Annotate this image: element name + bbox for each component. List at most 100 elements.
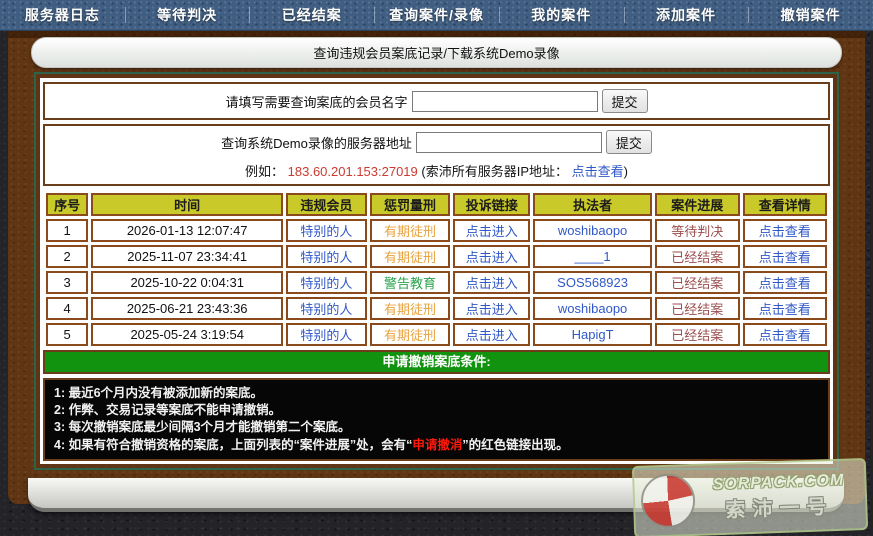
- case-number: 2: [46, 245, 88, 268]
- case-time: 2025-10-22 0:04:31: [91, 271, 283, 294]
- detail-link[interactable]: 点击查看: [743, 219, 827, 242]
- watermark-text: SORPACK.COM 索沛一号: [698, 471, 860, 524]
- member-query-label: 请填写需要查询案底的会员名字: [225, 92, 407, 111]
- nav-my-cases[interactable]: 我的案件: [499, 0, 624, 30]
- example-line: 例如： 183.60.201.153:27019 (索沛所有服务器IP地址： 点…: [45, 161, 828, 180]
- status-label: 已经结案: [655, 271, 739, 294]
- page-title: 查询违规会员案底记录/下载系统Demo录像: [313, 43, 559, 62]
- top-navbar: 服务器日志等待判决已经结案查询案件/录像我的案件添加案件撤销案件: [0, 0, 873, 31]
- case-number: 4: [46, 297, 88, 320]
- rule-text: 3: 每次撤销案底最少间隔3个月才能撤销第二个案底。: [54, 420, 351, 434]
- case-time: 2025-05-24 3:19:54: [91, 323, 283, 346]
- example-ip: 183.60.201.153:27019: [288, 164, 418, 179]
- column-header: 投诉链接: [453, 193, 530, 216]
- example-middle: (索沛所有服务器IP地址：: [418, 164, 572, 179]
- enforcer-link[interactable]: woshibaopo: [533, 219, 652, 242]
- member-link[interactable]: 特别的人: [286, 245, 367, 268]
- member-query-form: 请填写需要查询案底的会员名字 提交: [43, 82, 830, 120]
- member-link[interactable]: 特别的人: [286, 323, 367, 346]
- member-link[interactable]: 特别的人: [286, 271, 367, 294]
- detail-link[interactable]: 点击查看: [743, 323, 827, 346]
- page: 服务器日志等待判决已经结案查询案件/录像我的案件添加案件撤销案件 查询违规会员案…: [0, 0, 873, 536]
- sorpack-logo-icon: [640, 473, 696, 529]
- table-row: 42025-06-21 23:43:36特别的人有期徒刑点击进入woshibao…: [46, 297, 827, 320]
- status-label: 已经结案: [655, 323, 739, 346]
- complaint-link[interactable]: 点击进入: [453, 297, 530, 320]
- demo-query-submit-button[interactable]: 提交: [606, 130, 652, 154]
- rule-text: 2: 作弊、交易记录等案底不能申请撤销。: [54, 403, 281, 417]
- view-all-ips-link[interactable]: 点击查看: [572, 164, 624, 179]
- nav-query-case-video[interactable]: 查询案件/录像: [374, 0, 499, 30]
- case-table: 序号时间违规会员惩罚量刑投诉链接执法者案件进展查看详情 12026-01-13 …: [43, 190, 830, 349]
- case-time: 2025-11-07 23:34:41: [91, 245, 283, 268]
- detail-link[interactable]: 点击查看: [743, 297, 827, 320]
- member-link[interactable]: 特别的人: [286, 297, 367, 320]
- penalty-label: 有期徒刑: [370, 245, 451, 268]
- demo-query-label: 查询系统Demo录像的服务器地址: [221, 133, 412, 152]
- status-label: 等待判决: [655, 219, 739, 242]
- column-header: 案件进展: [655, 193, 739, 216]
- member-name-input[interactable]: [412, 91, 598, 112]
- nav-revoke-case[interactable]: 撤销案件: [748, 0, 873, 30]
- nav-add-case[interactable]: 添加案件: [624, 0, 749, 30]
- table-header-row: 序号时间违规会员惩罚量刑投诉链接执法者案件进展查看详情: [46, 193, 827, 216]
- status-label: 已经结案: [655, 245, 739, 268]
- case-time: 2025-06-21 23:43:36: [91, 297, 283, 320]
- enforcer-link[interactable]: woshibaopo: [533, 297, 652, 320]
- server-address-input[interactable]: [416, 132, 602, 153]
- example-suffix: ): [624, 164, 628, 179]
- complaint-link[interactable]: 点击进入: [453, 271, 530, 294]
- sorpack-watermark-logo: SORPACK.COM 索沛一号: [632, 458, 868, 536]
- case-number: 1: [46, 219, 88, 242]
- revoke-conditions-list: 1: 最近6个月内没有被添加新的案底。 2: 作弊、交易记录等案底不能申请撤销。 3…: [43, 378, 830, 461]
- demo-query-row: 查询系统Demo录像的服务器地址 提交: [45, 130, 828, 154]
- case-number: 5: [46, 323, 88, 346]
- enforcer-link[interactable]: SOS568923: [533, 271, 652, 294]
- detail-link[interactable]: 点击查看: [743, 245, 827, 268]
- table-row: 12026-01-13 12:07:47特别的人有期徒刑点击进入woshibao…: [46, 219, 827, 242]
- revoke-rule: 2: 作弊、交易记录等案底不能申请撤销。: [54, 403, 819, 419]
- column-header: 违规会员: [286, 193, 367, 216]
- column-header: 序号: [46, 193, 88, 216]
- table-row: 22025-11-07 23:34:41特别的人有期徒刑点击进入____1已经结…: [46, 245, 827, 268]
- complaint-link[interactable]: 点击进入: [453, 323, 530, 346]
- complaint-link[interactable]: 点击进入: [453, 245, 530, 268]
- table-row: 52025-05-24 3:19:54特别的人有期徒刑点击进入HapigT已经结…: [46, 323, 827, 346]
- detail-link[interactable]: 点击查看: [743, 271, 827, 294]
- case-time: 2026-01-13 12:07:47: [91, 219, 283, 242]
- content-inner: 请填写需要查询案底的会员名字 提交 查询系统Demo录像的服务器地址 提交 例如…: [36, 74, 837, 468]
- nav-pending-judgment[interactable]: 等待判决: [125, 0, 250, 30]
- member-link[interactable]: 特别的人: [286, 219, 367, 242]
- example-prefix: 例如：: [245, 164, 288, 179]
- penalty-label: 警告教育: [370, 271, 451, 294]
- enforcer-link[interactable]: ____1: [533, 245, 652, 268]
- panel-title-tab: 查询违规会员案底记录/下载系统Demo录像: [31, 37, 842, 68]
- nav-closed-cases[interactable]: 已经结案: [249, 0, 374, 30]
- rule-text: 4: 如果有符合撤销资格的案底，上面列表的“案件进展”处，会有“: [54, 438, 412, 452]
- penalty-label: 有期徒刑: [370, 323, 451, 346]
- revoke-rule: 4: 如果有符合撤销资格的案底，上面列表的“案件进展”处，会有“申请撤消”的红色…: [54, 438, 819, 454]
- watermark-brand-name: 索沛一号: [699, 489, 860, 524]
- content-box: 请填写需要查询案底的会员名字 提交 查询系统Demo录像的服务器地址 提交 例如…: [34, 72, 839, 470]
- revoke-conditions-header: 申请撤销案底条件:: [43, 350, 830, 374]
- rule-text: ”的红色链接出现。: [462, 438, 568, 452]
- column-header: 查看详情: [743, 193, 827, 216]
- status-label: 已经结案: [655, 297, 739, 320]
- case-number: 3: [46, 271, 88, 294]
- column-header: 执法者: [533, 193, 652, 216]
- penalty-label: 有期徒刑: [370, 219, 451, 242]
- nav-server-log[interactable]: 服务器日志: [0, 0, 125, 30]
- enforcer-link[interactable]: HapigT: [533, 323, 652, 346]
- column-header: 时间: [91, 193, 283, 216]
- complaint-link[interactable]: 点击进入: [453, 219, 530, 242]
- demo-query-form: 查询系统Demo录像的服务器地址 提交 例如： 183.60.201.153:2…: [43, 124, 830, 186]
- case-table-body: 12026-01-13 12:07:47特别的人有期徒刑点击进入woshibao…: [46, 219, 827, 346]
- revoke-rule: 3: 每次撤销案底最少间隔3个月才能撤销第二个案底。: [54, 420, 819, 436]
- table-row: 32025-10-22 0:04:31特别的人警告教育点击进入SOS568923…: [46, 271, 827, 294]
- revoke-link-highlight: 申请撤消: [412, 438, 462, 452]
- member-query-submit-button[interactable]: 提交: [602, 89, 648, 113]
- rule-text: 1: 最近6个月内没有被添加新的案底。: [54, 386, 263, 400]
- column-header: 惩罚量刑: [370, 193, 451, 216]
- penalty-label: 有期徒刑: [370, 297, 451, 320]
- revoke-rule: 1: 最近6个月内没有被添加新的案底。: [54, 386, 819, 402]
